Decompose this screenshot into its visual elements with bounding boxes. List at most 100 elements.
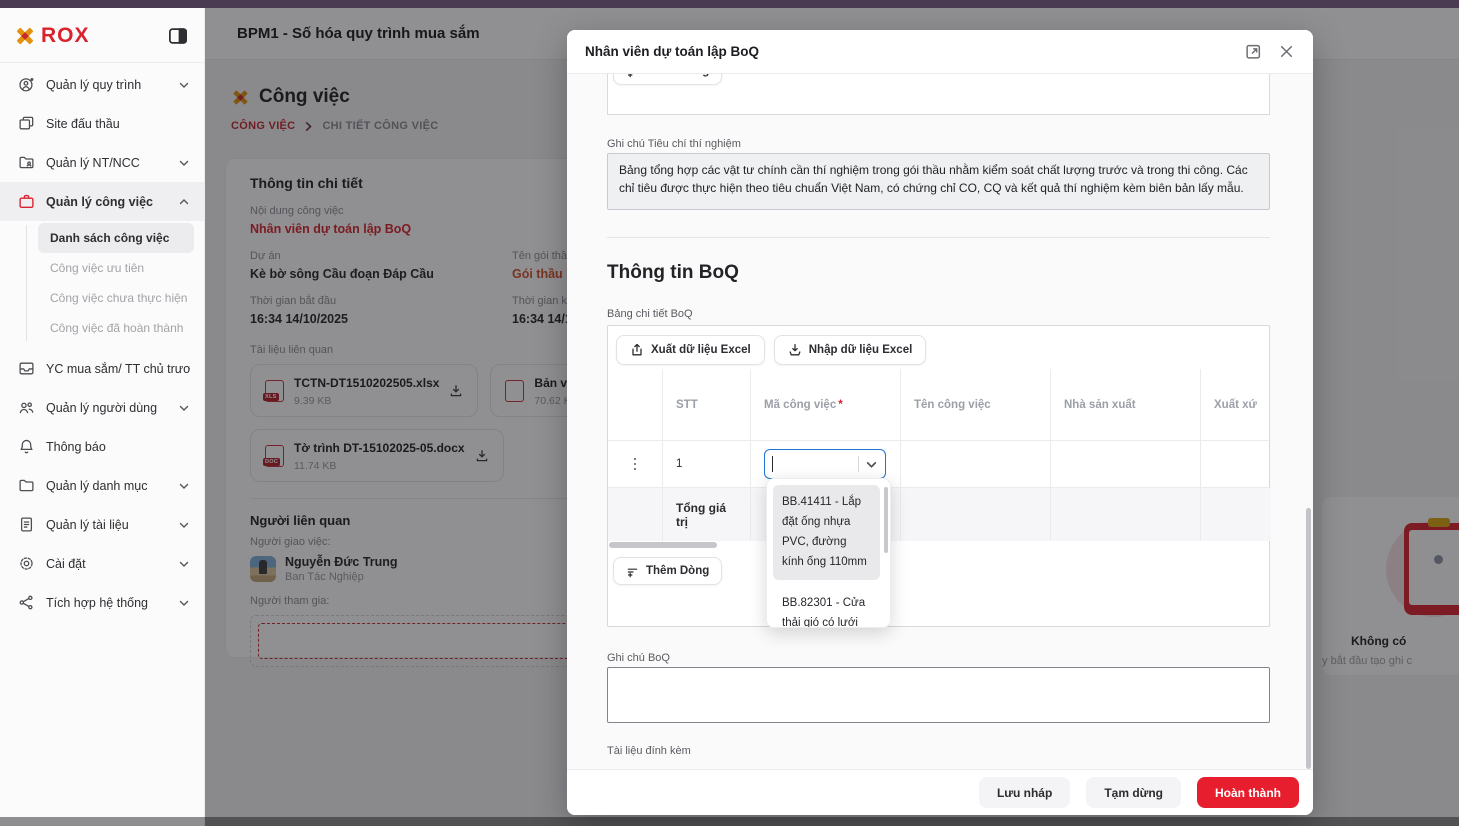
test-note-textarea[interactable]: Bảng tổng hợp các vật tư chính cần thí n… bbox=[607, 153, 1270, 210]
boq-section-title: Thông tin BoQ bbox=[607, 262, 739, 284]
rox-logo: ROX bbox=[14, 24, 90, 48]
sidebar-item-label: Quản lý quy trình bbox=[46, 78, 167, 92]
export-excel-button[interactable]: Xuất dữ liệu Excel bbox=[616, 335, 765, 365]
sidebar-collapse-icon[interactable] bbox=[168, 26, 188, 46]
sidebar-subitem-chua-thuc-hien[interactable]: Công việc chưa thực hiện bbox=[38, 283, 194, 313]
required-asterisk: * bbox=[838, 399, 842, 411]
close-icon[interactable] bbox=[1278, 43, 1295, 60]
add-row-button-top[interactable]: Thêm Dòng bbox=[613, 74, 722, 85]
section-divider bbox=[607, 237, 1270, 238]
sidebar-item-tai-lieu[interactable]: Quản lý tài liệu bbox=[0, 505, 204, 544]
export-icon bbox=[630, 343, 644, 357]
sidebar-item-label: Quản lý người dùng bbox=[46, 401, 167, 415]
modal-header: Nhân viên dự toán lập BoQ bbox=[567, 30, 1313, 74]
vendor-folder-icon bbox=[18, 154, 35, 171]
ma-cong-viec-dropdown: BB.41411 - Lắp đặt ống nhựa PVC, đường k… bbox=[766, 478, 891, 628]
chevron-down-icon bbox=[178, 558, 190, 570]
chevron-up-icon bbox=[178, 196, 190, 208]
sidebar-submenu: Danh sách công việc Công việc ưu tiên Cô… bbox=[0, 221, 204, 349]
export-label: Xuất dữ liệu Excel bbox=[651, 344, 751, 356]
modal-scrollbar[interactable] bbox=[1306, 508, 1311, 769]
previous-table-cut: Thêm Dòng bbox=[607, 74, 1270, 115]
chevron-down-icon bbox=[178, 480, 190, 492]
row-stt-value: 1 bbox=[676, 458, 682, 470]
col-xuat-xu: Xuất xứ bbox=[1201, 369, 1271, 441]
folder-icon bbox=[18, 477, 35, 494]
integration-icon bbox=[18, 594, 35, 611]
chevron-down-icon bbox=[178, 157, 190, 169]
table-header-row: STT Mã công việc* Tên công việc Nhà sản … bbox=[608, 369, 1269, 441]
ma-cong-viec-select[interactable] bbox=[764, 449, 886, 479]
sidebar-item-label: Quản lý công việc bbox=[46, 195, 167, 209]
sidebar-item-label: Quản lý danh mục bbox=[46, 479, 167, 493]
cell-ten-cong-viec[interactable] bbox=[901, 441, 1051, 488]
sidebar-subitem-uu-tien[interactable]: Công việc ưu tiên bbox=[38, 253, 194, 283]
sidebar-item-quy-trinh[interactable]: Quản lý quy trình bbox=[0, 65, 204, 104]
test-note-label: Ghi chú Tiêu chí thí nghiệm bbox=[607, 138, 741, 150]
add-row-button[interactable]: Thêm Dòng bbox=[613, 557, 722, 585]
sidebar-subitem-da-hoan-thanh[interactable]: Công việc đã hoàn thành bbox=[38, 313, 194, 343]
boq-table-label: Bảng chi tiết BoQ bbox=[607, 308, 693, 320]
sidebar-item-label: Thông báo bbox=[46, 440, 190, 454]
add-row-label: Thêm Dòng bbox=[646, 74, 709, 77]
site-icon bbox=[18, 115, 35, 132]
sidebar-subitem-danh-sach[interactable]: Danh sách công việc bbox=[38, 223, 194, 253]
sidebar-item-danh-muc[interactable]: Quản lý danh mục bbox=[0, 466, 204, 505]
modal-title: Nhân viên dự toán lập BoQ bbox=[585, 44, 1229, 59]
dropdown-option[interactable]: BB.82301 - Cửa thải gió có lưới chắn côn… bbox=[773, 586, 880, 629]
sidebar-item-label: Tích hợp hệ thống bbox=[46, 596, 167, 610]
drag-column-header bbox=[608, 369, 663, 441]
add-row-label: Thêm Dòng bbox=[646, 565, 709, 577]
sidebar-item-label: YC mua sắm/ TT chủ trương bbox=[46, 362, 190, 376]
chevron-down-icon bbox=[178, 402, 190, 414]
sidebar-item-nt-ncc[interactable]: Quản lý NT/NCC bbox=[0, 143, 204, 182]
col-nha-san-xuat: Nhà sản xuất bbox=[1051, 369, 1201, 441]
modal-footer: Lưu nháp Tạm dừng Hoàn thành bbox=[567, 769, 1313, 815]
chevron-down-icon bbox=[178, 519, 190, 531]
sidebar-item-thong-bao[interactable]: Thông báo bbox=[0, 427, 204, 466]
total-label: Tổng giá trị bbox=[676, 501, 737, 529]
import-excel-button[interactable]: Nhập dữ liệu Excel bbox=[774, 335, 927, 365]
sidebar-divider bbox=[0, 62, 204, 63]
sidebar-item-site-dau-thau[interactable]: Site đấu thầu bbox=[0, 104, 204, 143]
complete-button[interactable]: Hoàn thành bbox=[1197, 777, 1299, 808]
expand-icon[interactable] bbox=[1245, 43, 1262, 60]
save-draft-button[interactable]: Lưu nháp bbox=[979, 777, 1070, 808]
sidebar-item-yc-mua-sam[interactable]: YC mua sắm/ TT chủ trương bbox=[0, 349, 204, 388]
modal-body: Thêm Dòng Ghi chú Tiêu chí thí nghiệm Bả… bbox=[567, 74, 1313, 769]
process-icon bbox=[18, 76, 35, 93]
rox-logo-icon bbox=[14, 25, 36, 47]
sidebar-item-label: Quản lý tài liệu bbox=[46, 518, 167, 532]
boq-modal: Nhân viên dự toán lập BoQ Thêm Dòng Ghi … bbox=[567, 30, 1313, 815]
bottom-dim-strip bbox=[0, 817, 1459, 826]
boq-note-textarea[interactable] bbox=[607, 667, 1270, 723]
import-label: Nhập dữ liệu Excel bbox=[809, 344, 913, 356]
chevron-down-icon[interactable] bbox=[865, 458, 878, 471]
add-row-icon bbox=[626, 565, 639, 578]
dropdown-scrollbar[interactable] bbox=[884, 487, 888, 553]
sidebar-item-nguoi-dung[interactable]: Quản lý người dùng bbox=[0, 388, 204, 427]
boq-table: Xuất dữ liệu Excel Nhập dữ liệu Excel ST… bbox=[607, 325, 1270, 627]
cell-nha-san-xuat[interactable] bbox=[1051, 441, 1201, 488]
horizontal-scrollbar[interactable] bbox=[609, 542, 717, 548]
pause-button[interactable]: Tạm dừng bbox=[1086, 777, 1181, 808]
sidebar-item-cong-viec[interactable]: Quản lý công việc bbox=[0, 182, 204, 221]
dropdown-option[interactable]: BB.41411 - Lắp đặt ống nhựa PVC, đường k… bbox=[773, 485, 880, 580]
sidebar-item-label: Quản lý NT/NCC bbox=[46, 156, 167, 170]
briefcase-icon bbox=[18, 193, 35, 210]
users-icon bbox=[18, 399, 35, 416]
sidebar-item-cai-dat[interactable]: Cài đặt bbox=[0, 544, 204, 583]
sidebar-item-label: Cài đặt bbox=[46, 557, 167, 571]
col-ten-cong-viec: Tên công việc bbox=[901, 369, 1051, 441]
gear-icon bbox=[18, 555, 35, 572]
col-ma-cong-viec: Mã công việc* bbox=[751, 369, 901, 441]
sidebar-item-tich-hop[interactable]: Tích hợp hệ thống bbox=[0, 583, 204, 622]
cell-xuat-xu[interactable] bbox=[1201, 441, 1271, 488]
total-row: Tổng giá trị bbox=[608, 488, 1269, 541]
sidebar: ROX Quản lý quy trình Site đấu thầu Quản… bbox=[0, 8, 205, 826]
sidebar-item-label: Site đấu thầu bbox=[46, 117, 190, 131]
browser-top-strip bbox=[0, 0, 1459, 8]
bell-icon bbox=[18, 438, 35, 455]
row-menu-icon[interactable] bbox=[630, 454, 641, 475]
table-row: 1 bbox=[608, 441, 1269, 488]
